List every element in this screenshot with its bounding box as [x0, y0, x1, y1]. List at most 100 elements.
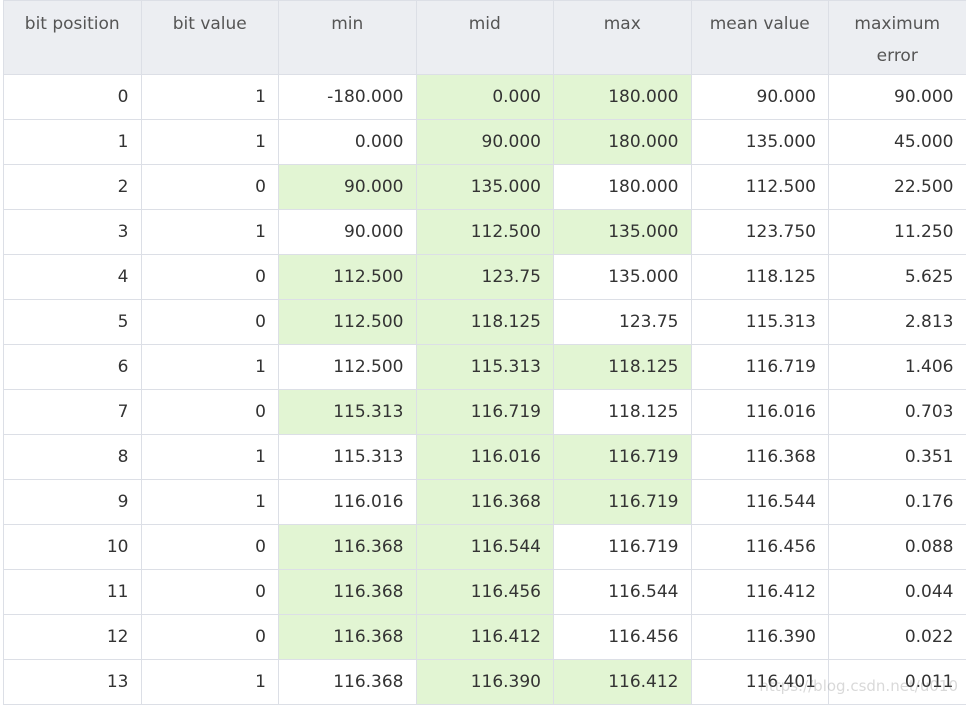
- cell-mid: 116.456: [415, 569, 554, 615]
- cell-bit-value: 0: [140, 524, 279, 570]
- cell-mean-value: 116.390: [690, 614, 829, 660]
- cell-mid: 116.368: [415, 479, 554, 525]
- cell-min: 115.313: [278, 434, 417, 480]
- cell-max: 116.456: [553, 614, 692, 660]
- cell-bit-value: 1: [140, 659, 279, 705]
- cell-bit-value: 0: [140, 254, 279, 300]
- cell-min: 116.368: [278, 569, 417, 615]
- cell-mid: 90.000: [415, 119, 554, 165]
- cell-min: 116.368: [278, 659, 417, 705]
- cell-bit-position: 13: [3, 659, 142, 705]
- header-row: bit position bit value min mid max mean …: [3, 0, 966, 75]
- table-row: 0 1 -180.000 0.000 180.000 90.000 90.000: [3, 74, 966, 120]
- cell-min: -180.000: [278, 74, 417, 120]
- watermark-text: https://blog.csdn.net/u010: [759, 677, 958, 695]
- cell-mid: 116.390: [415, 659, 554, 705]
- cell-bit-value: 1: [140, 209, 279, 255]
- cell-maximum-error: 1.406: [828, 344, 966, 390]
- cell-mean-value: 116.412: [690, 569, 829, 615]
- cell-bit-value: 1: [140, 434, 279, 480]
- cell-min: 116.016: [278, 479, 417, 525]
- cell-bit-value: 0: [140, 164, 279, 210]
- cell-mean-value: 116.368: [690, 434, 829, 480]
- cell-min: 112.500: [278, 344, 417, 390]
- table-row: 8 1 115.313 116.016 116.719 116.368 0.351: [3, 434, 966, 480]
- cell-maximum-error: 2.813: [828, 299, 966, 345]
- header-min: min: [278, 0, 417, 75]
- cell-min: 112.500: [278, 299, 417, 345]
- cell-maximum-error: 5.625: [828, 254, 966, 300]
- cell-mean-value: 116.544: [690, 479, 829, 525]
- cell-bit-position: 11: [3, 569, 142, 615]
- cell-bit-value: 0: [140, 299, 279, 345]
- cell-mean-value: 112.500: [690, 164, 829, 210]
- cell-maximum-error: 0.703: [828, 389, 966, 435]
- cell-bit-position: 5: [3, 299, 142, 345]
- cell-mean-value: 116.456: [690, 524, 829, 570]
- cell-maximum-error: 22.500: [828, 164, 966, 210]
- cell-mean-value: 115.313: [690, 299, 829, 345]
- cell-mean-value: 116.016: [690, 389, 829, 435]
- cell-max: 116.719: [553, 479, 692, 525]
- cell-mid: 116.016: [415, 434, 554, 480]
- cell-min: 90.000: [278, 164, 417, 210]
- cell-bit-position: 9: [3, 479, 142, 525]
- header-mid: mid: [415, 0, 554, 75]
- cell-max: 180.000: [553, 74, 692, 120]
- cell-max: 116.719: [553, 524, 692, 570]
- cell-maximum-error: 90.000: [828, 74, 966, 120]
- header-bit-position: bit position: [3, 0, 142, 75]
- cell-maximum-error: 0.176: [828, 479, 966, 525]
- table-body: 0 1 -180.000 0.000 180.000 90.000 90.000 1 1 0.00…: [3, 74, 966, 705]
- header-mean-value: mean value: [690, 0, 829, 75]
- table-row: 6 1 112.500 115.313 118.125 116.719 1.406: [3, 344, 966, 390]
- cell-maximum-error: 0.022: [828, 614, 966, 660]
- cell-bit-value: 1: [140, 74, 279, 120]
- cell-mean-value: 116.719: [690, 344, 829, 390]
- cell-bit-position: 7: [3, 389, 142, 435]
- cell-mean-value: 118.125: [690, 254, 829, 300]
- cell-maximum-error: 11.250: [828, 209, 966, 255]
- header-bit-value: bit value: [140, 0, 279, 75]
- cell-bit-position: 12: [3, 614, 142, 660]
- cell-maximum-error: 45.000: [828, 119, 966, 165]
- cell-min: 0.000: [278, 119, 417, 165]
- cell-bit-position: 6: [3, 344, 142, 390]
- cell-bit-value: 1: [140, 344, 279, 390]
- cell-max: 118.125: [553, 389, 692, 435]
- cell-max: 135.000: [553, 209, 692, 255]
- cell-bit-position: 1: [3, 119, 142, 165]
- cell-bit-value: 0: [140, 614, 279, 660]
- cell-bit-position: 10: [3, 524, 142, 570]
- cell-max: 116.544: [553, 569, 692, 615]
- cell-min: 112.500: [278, 254, 417, 300]
- cell-bit-value: 1: [140, 479, 279, 525]
- table-row: 2 0 90.000 135.000 180.000 112.500 22.500: [3, 164, 966, 210]
- table-row: 12 0 116.368 116.412 116.456 116.390 0.022: [3, 614, 966, 660]
- cell-mid: 118.125: [415, 299, 554, 345]
- table-row: 11 0 116.368 116.456 116.544 116.412 0.044: [3, 569, 966, 615]
- cell-mid: 115.313: [415, 344, 554, 390]
- cell-mid: 116.412: [415, 614, 554, 660]
- cell-min: 90.000: [278, 209, 417, 255]
- cell-mean-value: 90.000: [690, 74, 829, 120]
- table-row: 1 1 0.000 90.000 180.000 135.000 45.000: [3, 119, 966, 165]
- cell-max: 123.75: [553, 299, 692, 345]
- cell-mid: 0.000: [415, 74, 554, 120]
- cell-mid: 112.500: [415, 209, 554, 255]
- cell-bit-position: 8: [3, 434, 142, 480]
- cell-max: 180.000: [553, 164, 692, 210]
- cell-bit-value: 0: [140, 569, 279, 615]
- cell-bit-position: 2: [3, 164, 142, 210]
- cell-max: 116.719: [553, 434, 692, 480]
- table-row: 9 1 116.016 116.368 116.719 116.544 0.176: [3, 479, 966, 525]
- cell-maximum-error: 0.351: [828, 434, 966, 480]
- cell-max: 135.000: [553, 254, 692, 300]
- table-row: 4 0 112.500 123.75 135.000 118.125 5.625: [3, 254, 966, 300]
- cell-maximum-error: 0.044: [828, 569, 966, 615]
- cell-min: 115.313: [278, 389, 417, 435]
- header-max: max: [553, 0, 692, 75]
- table-row: 7 0 115.313 116.719 118.125 116.016 0.703: [3, 389, 966, 435]
- header-maximum-error: maximum error: [828, 0, 966, 75]
- cell-mid: 116.544: [415, 524, 554, 570]
